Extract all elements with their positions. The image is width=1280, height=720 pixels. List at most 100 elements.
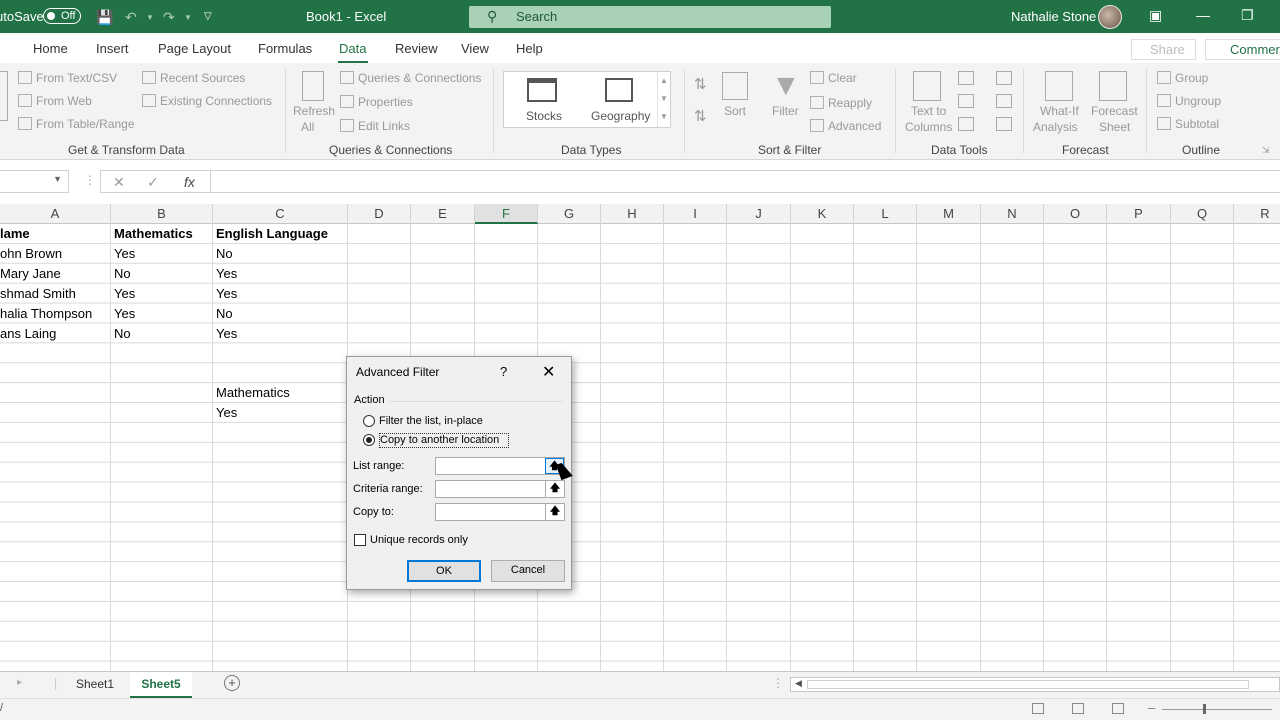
from-web-button[interactable]: From Web (18, 94, 92, 108)
table-cell[interactable]: Yes (216, 324, 237, 343)
clear-button[interactable]: Clear (810, 71, 857, 85)
copy-to-location-label[interactable]: Copy to another location (380, 434, 499, 446)
zoom-slider-thumb[interactable] (1203, 704, 1206, 714)
relationships-icon[interactable] (996, 94, 1012, 108)
recent-sources-button[interactable]: Recent Sources (142, 71, 245, 85)
edit-links-button[interactable]: Edit Links (340, 119, 410, 133)
header-cell[interactable]: English Language (216, 224, 328, 243)
column-header-a[interactable]: A (0, 204, 111, 224)
tab-review[interactable]: Review (395, 41, 438, 56)
column-header-n[interactable]: N (981, 204, 1044, 224)
column-header-k[interactable]: K (791, 204, 854, 224)
minimize-icon[interactable]: — (1196, 7, 1210, 23)
tab-formulas[interactable]: Formulas (258, 41, 312, 56)
scroll-sheets-icon[interactable]: ▸ (17, 677, 22, 688)
advanced-button[interactable]: Advanced (810, 119, 881, 133)
undo-icon[interactable]: ↶ (125, 9, 137, 26)
column-header-j[interactable]: J (727, 204, 791, 224)
column-header-p[interactable]: P (1107, 204, 1171, 224)
close-icon[interactable]: ✕ (542, 362, 555, 382)
scroll-thumb[interactable] (807, 680, 1249, 689)
page-break-view-icon[interactable] (1112, 703, 1124, 714)
enter-icon[interactable]: ✓ (147, 174, 159, 191)
column-header-q[interactable]: Q (1171, 204, 1234, 224)
collapse-dialog-icon[interactable]: 🡅 (545, 481, 564, 497)
header-cell[interactable]: lame (0, 224, 30, 243)
text-to-columns-label-2[interactable]: Columns (905, 120, 952, 134)
chevron-down-icon[interactable]: ▼ (53, 174, 62, 184)
table-cell[interactable]: No (216, 244, 233, 263)
column-header-f[interactable]: F (475, 204, 538, 224)
table-cell[interactable]: Yes (114, 244, 135, 263)
formula-input[interactable] (210, 170, 1280, 193)
column-header-m[interactable]: M (917, 204, 981, 224)
search-box[interactable]: ⚲ Search (469, 6, 831, 28)
table-cell[interactable]: No (114, 264, 131, 283)
column-header-e[interactable]: E (411, 204, 475, 224)
copy-to-location-radio[interactable] (363, 434, 375, 446)
avatar[interactable] (1098, 5, 1122, 29)
share-button[interactable]: Share (1131, 39, 1196, 60)
header-cell[interactable]: Mathematics (114, 224, 193, 243)
queries-connections-button[interactable]: Queries & Connections (340, 71, 481, 85)
table-cell[interactable]: Yes (216, 284, 237, 303)
zoom-slider[interactable] (1162, 709, 1272, 710)
cancel-button[interactable]: Cancel (491, 560, 565, 582)
column-header-b[interactable]: B (111, 204, 213, 224)
column-header-d[interactable]: D (348, 204, 411, 224)
redo-dropdown-icon[interactable]: ▼ (184, 13, 192, 22)
column-header-i[interactable]: I (664, 204, 727, 224)
cancel-icon[interactable]: ✕ (113, 174, 125, 191)
split-handle-icon[interactable]: ⋮ (772, 676, 784, 690)
data-model-icon[interactable] (996, 117, 1012, 131)
tab-help[interactable]: Help (516, 41, 543, 56)
column-header-h[interactable]: H (601, 204, 664, 224)
column-header-g[interactable]: G (538, 204, 601, 224)
table-cell[interactable]: ohn Brown (0, 244, 62, 263)
comments-button[interactable]: Commer (1205, 39, 1280, 60)
geography-button[interactable]: Geography (591, 109, 650, 123)
data-validation-icon[interactable] (958, 117, 974, 131)
criteria-header-cell[interactable]: Mathematics (216, 383, 290, 402)
table-cell[interactable]: shmad Smith (0, 284, 76, 303)
collapse-dialog-icon[interactable]: 🡅 (545, 504, 564, 520)
refresh-all-icon[interactable] (302, 71, 324, 101)
resize-handle-icon[interactable]: ⋮ (84, 173, 96, 187)
filter-label[interactable]: Filter (772, 104, 799, 118)
normal-view-icon[interactable] (1032, 703, 1044, 714)
reapply-button[interactable]: Reapply (810, 96, 872, 110)
zoom-out-icon[interactable]: – (1148, 700, 1155, 715)
undo-dropdown-icon[interactable]: ▼ (146, 13, 154, 22)
unique-records-label[interactable]: Unique records only (370, 534, 468, 546)
filter-in-place-label[interactable]: Filter the list, in-place (379, 415, 483, 427)
filter-icon[interactable]: ▼ (771, 69, 801, 103)
table-cell[interactable]: Yes (114, 284, 135, 303)
tab-insert[interactable]: Insert (96, 41, 129, 56)
refresh-all-label-2[interactable]: All (301, 120, 314, 134)
refresh-all-label[interactable]: Refresh (293, 104, 335, 118)
forecast-sheet-label[interactable]: Forecast (1091, 104, 1138, 118)
from-text-csv-button[interactable]: From Text/CSV (18, 71, 117, 85)
customize-qat-icon[interactable]: ▽ (204, 11, 212, 22)
sort-label[interactable]: Sort (724, 104, 746, 118)
tab-page-layout[interactable]: Page Layout (158, 41, 231, 56)
restore-icon[interactable]: ❐ (1241, 7, 1254, 24)
user-name[interactable]: Nathalie Stone (1011, 9, 1096, 24)
add-sheet-icon[interactable]: + (224, 675, 240, 691)
tab-view[interactable]: View (461, 41, 489, 56)
name-box[interactable]: ▼ (0, 170, 69, 193)
gallery-scroll[interactable]: ▲ ▼ ▼ (657, 72, 670, 127)
criteria-value-cell[interactable]: Yes (216, 403, 237, 422)
forecast-sheet-icon[interactable] (1099, 71, 1127, 101)
column-header-c[interactable]: C (213, 204, 348, 224)
filter-in-place-radio[interactable] (363, 415, 375, 427)
table-cell[interactable]: No (114, 324, 131, 343)
properties-button[interactable]: Properties (340, 95, 413, 109)
ok-button[interactable]: OK (407, 560, 481, 582)
autosave-toggle[interactable]: Off (43, 8, 81, 24)
ribbon-display-options-icon[interactable]: ▣ (1149, 7, 1162, 24)
stocks-button[interactable]: Stocks (526, 109, 562, 123)
table-cell[interactable]: Yes (216, 264, 237, 283)
sort-ascending-icon[interactable]: ⇅ (694, 75, 707, 93)
table-cell[interactable]: Yes (114, 304, 135, 323)
